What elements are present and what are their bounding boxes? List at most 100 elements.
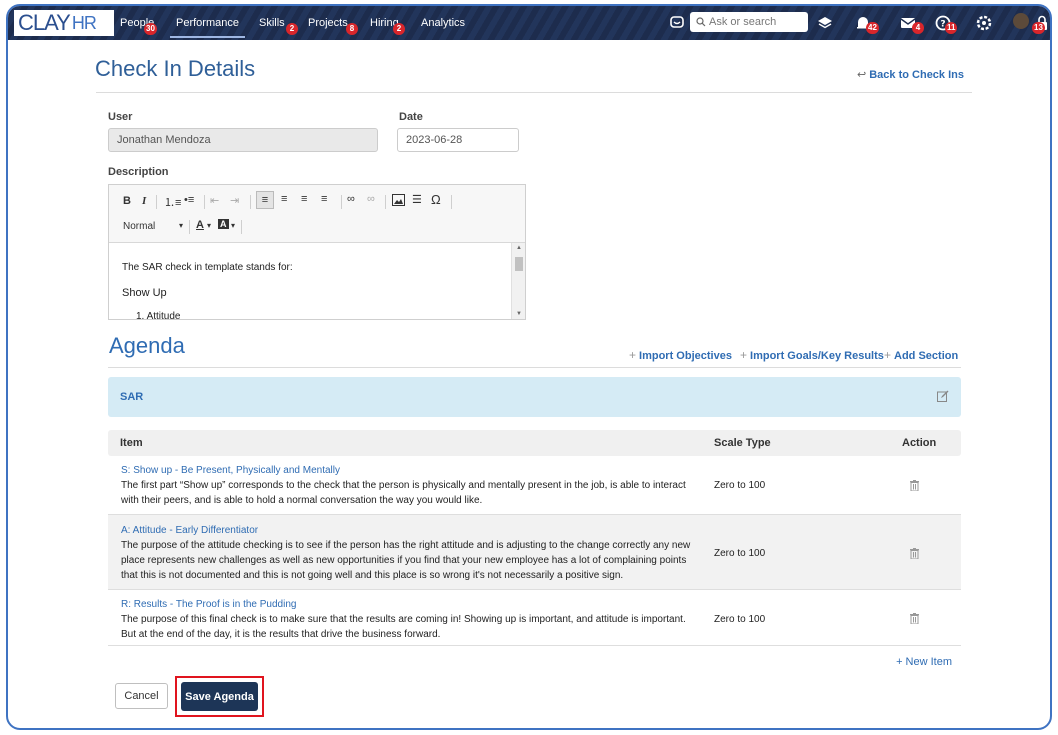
trash-icon[interactable] <box>910 613 919 624</box>
logo-main: CLAY <box>18 10 71 35</box>
section-name: SAR <box>120 391 144 403</box>
new-item-link[interactable]: + New Item <box>896 656 952 668</box>
column-action: Action <box>902 437 937 449</box>
description-label: Description <box>108 166 169 178</box>
italic-icon[interactable]: I <box>142 195 146 207</box>
agenda-item-scale: Zero to 100 <box>714 548 766 559</box>
indent-icon[interactable]: ⇥ <box>230 194 239 207</box>
save-agenda-button[interactable]: Save Agenda <box>181 682 258 711</box>
nav-hiring[interactable]: Hiring 2 <box>370 17 405 35</box>
unlink-icon[interactable]: ∞ <box>367 193 375 205</box>
nav-projects-label: Projects <box>308 17 348 29</box>
import-goals-label: Import Goals/Key Results <box>750 350 884 362</box>
import-goals-link[interactable]: + Import Goals/Key Results <box>740 348 884 362</box>
align-right-icon[interactable]: ≡ <box>301 193 307 205</box>
agenda-item-scale: Zero to 100 <box>714 614 766 625</box>
hiring-badge: 2 <box>393 23 405 35</box>
layers-icon[interactable] <box>816 14 834 32</box>
nav-people[interactable]: People 30 <box>120 17 157 35</box>
cancel-button[interactable]: Cancel <box>115 683 168 709</box>
image-icon[interactable] <box>392 194 405 206</box>
toolbar-separator <box>385 195 386 209</box>
messages-badge: 4 <box>912 22 924 34</box>
horizontal-line-icon[interactable]: ☰ <box>412 193 422 206</box>
agenda-item-title[interactable]: R: Results - The Proof is in the Pudding <box>121 599 296 610</box>
trash-icon[interactable] <box>910 480 919 491</box>
agenda-title: Agenda <box>109 333 185 358</box>
edit-section-icon[interactable] <box>937 390 949 402</box>
user-label: User <box>108 111 133 123</box>
link-icon[interactable]: ∞ <box>347 193 355 205</box>
background-color-dropdown-arrow[interactable]: ▾ <box>231 221 235 230</box>
nav-projects[interactable]: Projects 8 <box>308 17 358 35</box>
agenda-item-description: The purpose of the attitude checking is … <box>121 540 691 581</box>
nav-performance-label: Performance <box>176 17 239 29</box>
table-row: S: Show up - Be Present, Physically and … <box>108 458 961 515</box>
bold-icon[interactable]: B <box>123 195 131 207</box>
trash-icon[interactable] <box>910 548 919 559</box>
table-row: A: Attitude - Early Differentiator The p… <box>108 515 961 590</box>
save-highlight: Save Agenda <box>175 676 264 717</box>
toolbar-separator <box>241 220 242 234</box>
nav-analytics[interactable]: Analytics <box>421 17 465 29</box>
bullet-list-icon[interactable]: •≡ <box>184 194 194 206</box>
add-section-link[interactable]: + Add Section <box>884 348 958 362</box>
user-avatar[interactable] <box>1013 13 1029 29</box>
text-color-dropdown-arrow[interactable]: ▾ <box>207 221 211 230</box>
add-section-label: Add Section <box>894 350 959 362</box>
plus-icon: + <box>629 348 637 362</box>
nav-analytics-label: Analytics <box>421 17 466 29</box>
plus-icon: + <box>884 348 892 362</box>
date-field[interactable]: 2023-06-28 <box>397 128 519 152</box>
back-to-check-ins-link[interactable]: ↩ Back to Check Ins <box>857 68 964 81</box>
chat-icon[interactable] <box>668 14 686 32</box>
search-icon <box>696 17 706 27</box>
editor-content-area[interactable]: The SAR check in template stands for: Sh… <box>109 243 509 319</box>
format-select[interactable]: Normal <box>123 221 155 232</box>
clayhr-logo[interactable]: CLAY HR <box>14 10 114 36</box>
section-sar: SAR <box>108 377 961 417</box>
column-scale-type: Scale Type <box>714 437 771 449</box>
agenda-item-description: The first part “Show up” corresponds to … <box>121 480 686 506</box>
scroll-up-icon[interactable]: ▲ <box>516 245 522 251</box>
format-dropdown-arrow[interactable]: ▾ <box>179 221 183 230</box>
header-divider <box>96 92 972 93</box>
column-item: Item <box>120 437 143 449</box>
scroll-thumb[interactable] <box>515 257 523 271</box>
agenda-table-header: Item Scale Type Action <box>108 430 961 456</box>
notifications-badge: 42 <box>866 22 879 34</box>
logo-sub: HR <box>71 13 97 33</box>
agenda-item-title[interactable]: S: Show up - Be Present, Physically and … <box>121 465 340 476</box>
import-objectives-link[interactable]: + Import Objectives <box>629 348 732 362</box>
gear-icon[interactable] <box>975 14 993 32</box>
editor-line: Show Up <box>122 287 167 299</box>
special-character-icon[interactable]: Ω <box>431 192 441 207</box>
toolbar-separator <box>250 195 251 209</box>
help-badge: 11 <box>945 22 958 34</box>
align-justify-icon[interactable]: ≡ <box>321 193 327 205</box>
nav-performance[interactable]: Performance <box>170 17 245 38</box>
agenda-item-title[interactable]: A: Attitude - Early Differentiator <box>121 525 258 536</box>
page-title: Check In Details <box>95 56 256 81</box>
toolbar-separator <box>204 195 205 209</box>
align-left-icon[interactable]: ≡ <box>256 191 274 209</box>
search-input[interactable]: Ask or search <box>690 12 808 32</box>
outdent-icon[interactable]: ⇤ <box>210 194 219 207</box>
numbered-list-icon[interactable]: ⒈≡ <box>164 194 181 210</box>
nav-skills[interactable]: Skills 2 <box>259 17 298 35</box>
editor-scrollbar[interactable]: ▲ ▼ <box>511 243 525 319</box>
import-objectives-label: Import Objectives <box>639 350 732 362</box>
table-row: R: Results - The Proof is in the Pudding… <box>108 590 961 646</box>
agenda-divider <box>108 367 961 368</box>
text-color-icon[interactable]: A <box>196 219 204 231</box>
search-placeholder: Ask or search <box>709 16 777 28</box>
description-editor: B I ⒈≡ •≡ ⇤ ⇥ ≡ ≡ ≡ ≡ ∞ ∞ ☰ Ω Normal ▾ A… <box>108 184 526 320</box>
toolbar-separator <box>341 195 342 209</box>
scroll-down-icon[interactable]: ▼ <box>516 311 522 317</box>
align-center-icon[interactable]: ≡ <box>281 193 287 205</box>
background-color-icon[interactable]: A <box>218 219 229 229</box>
date-label: Date <box>399 111 423 123</box>
user-value: Jonathan Mendoza <box>117 134 211 146</box>
agenda-item-description: The purpose of this final check is to ma… <box>121 614 686 640</box>
date-value: 2023-06-28 <box>406 134 463 146</box>
